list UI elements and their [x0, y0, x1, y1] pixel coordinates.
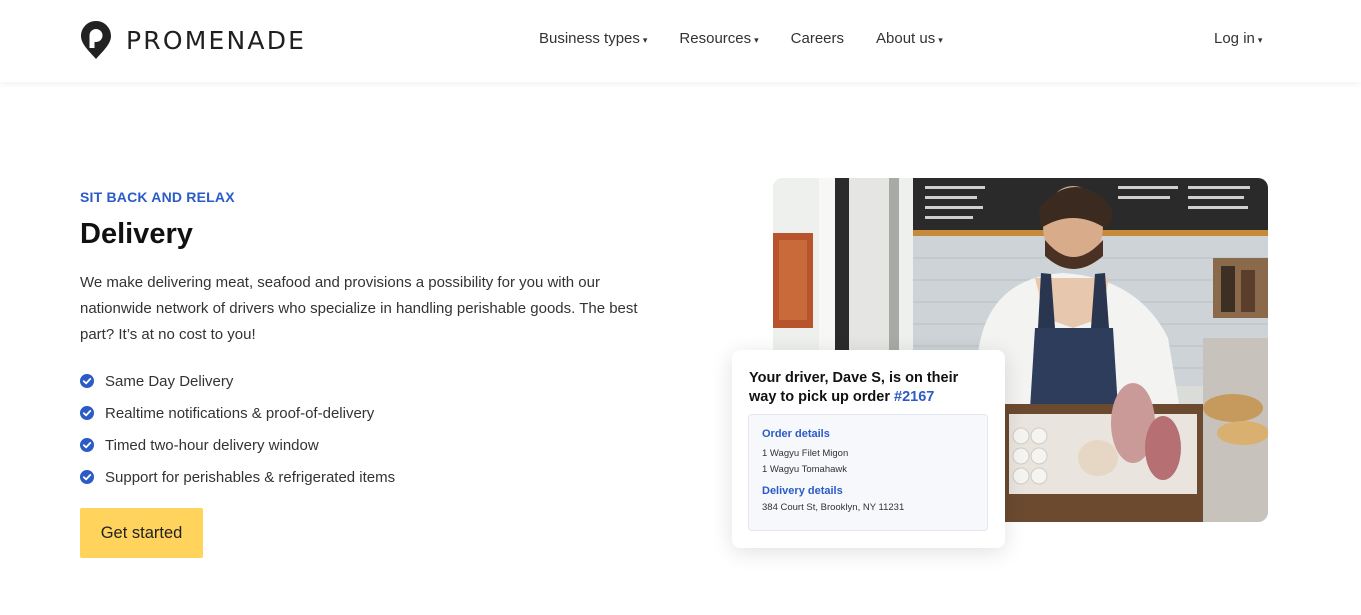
nav-item-label: Business types — [539, 30, 640, 47]
nav-item-business-types[interactable]: Business types ▾ — [539, 30, 647, 47]
site-header: PROMENADE Business types ▾ Resources ▾ C… — [0, 0, 1361, 82]
nav-item-resources[interactable]: Resources ▾ — [679, 30, 758, 47]
get-started-button[interactable]: Get started — [80, 508, 203, 558]
login-label: Log in — [1214, 30, 1255, 47]
list-item: Realtime notifications & proof-of-delive… — [80, 397, 395, 429]
nav-item-careers[interactable]: Careers — [791, 30, 844, 47]
feature-label: Support for perishables & refrigerated i… — [105, 468, 396, 486]
brand-name: PROMENADE — [126, 25, 307, 55]
delivery-details-label: Delivery details — [762, 485, 843, 497]
login-menu[interactable]: Log in ▾ — [1214, 30, 1262, 47]
brand-logo[interactable]: PROMENADE — [80, 20, 306, 60]
caret-down-icon: ▾ — [642, 35, 648, 45]
main-nav: Business types ▾ Resources ▾ Careers Abo… — [539, 30, 975, 47]
check-circle-icon — [80, 406, 94, 420]
section-eyebrow: SIT BACK AND RELAX — [80, 189, 235, 205]
nav-item-label: About us — [876, 30, 936, 47]
order-item: 1 Wagyu Filet Migon — [762, 448, 849, 459]
order-summary-panel: Order details 1 Wagyu Filet Migon 1 Wagy… — [748, 414, 988, 531]
driver-notification-card: Your driver, Dave S, is on their way to … — [732, 350, 1005, 548]
caret-down-icon: ▾ — [938, 35, 943, 45]
feature-label: Same Day Delivery — [105, 372, 234, 390]
check-circle-icon — [80, 470, 94, 484]
check-circle-icon — [80, 374, 94, 388]
nav-item-label: Resources — [679, 30, 752, 47]
feature-list: Same Day Delivery Realtime notifications… — [80, 365, 395, 493]
nav-item-about-us[interactable]: About us ▾ — [876, 30, 943, 47]
list-item: Support for perishables & refrigerated i… — [80, 461, 395, 493]
check-circle-icon — [80, 438, 94, 452]
order-number: #2167 — [894, 389, 935, 405]
list-item: Same Day Delivery — [80, 365, 395, 397]
order-details-label: Order details — [762, 428, 830, 440]
feature-label: Timed two-hour delivery window — [105, 436, 319, 454]
feature-label: Realtime notifications & proof-of-delive… — [105, 404, 375, 422]
caret-down-icon: ▾ — [754, 35, 759, 45]
list-item: Timed two-hour delivery window — [80, 429, 395, 461]
hero-description: We make delivering meat, seafood and pro… — [80, 274, 638, 343]
nav-item-label: Careers — [790, 30, 845, 47]
card-title: Your driver, Dave S, is on their way to … — [749, 369, 989, 407]
order-item: 1 Wagyu Tomahawk — [762, 464, 848, 475]
map-pin-icon — [81, 21, 111, 59]
page-title: Delivery — [80, 218, 193, 250]
caret-down-icon: ▾ — [1257, 35, 1263, 45]
delivery-address: 384 Court St, Brooklyn, NY 11231 — [762, 502, 905, 513]
